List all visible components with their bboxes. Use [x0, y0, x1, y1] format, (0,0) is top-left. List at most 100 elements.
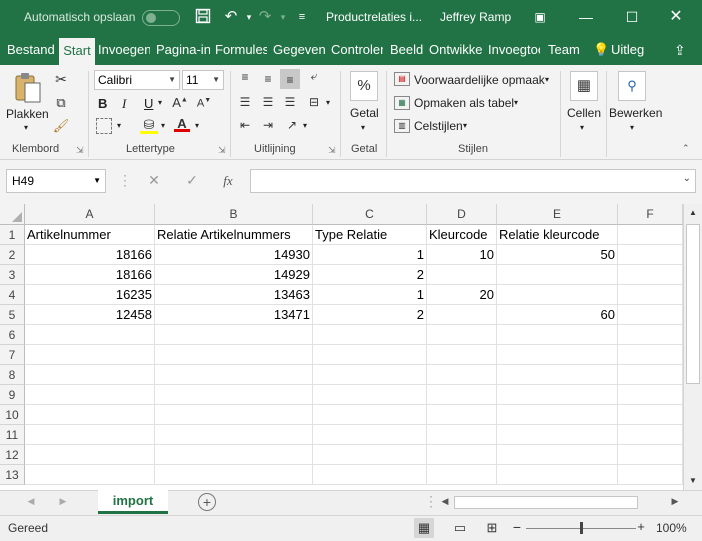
tab-formules[interactable]: Formules [215, 35, 267, 65]
sheet-tab-import[interactable]: import [98, 490, 168, 514]
table-cell[interactable] [497, 285, 618, 305]
row-header[interactable]: 5 [0, 305, 25, 325]
table-cell[interactable] [155, 325, 313, 345]
header-cell[interactable]: Relatie Artikelnummers [155, 225, 313, 245]
table-cell[interactable] [618, 425, 683, 445]
increase-font-icon[interactable]: A▲ [172, 95, 188, 110]
font-launcher-icon[interactable]: ⇲ [218, 145, 226, 156]
row-header[interactable]: 7 [0, 345, 25, 365]
column-header-a[interactable]: A [25, 204, 155, 225]
tab-pagina-indeling[interactable]: Pagina-in [156, 35, 210, 65]
table-cell[interactable] [25, 385, 155, 405]
column-header-c[interactable]: C [313, 204, 427, 225]
tab-bestand[interactable]: Bestand [7, 35, 57, 65]
share-icon[interactable]: ⇪ [674, 35, 694, 65]
tab-start[interactable]: Start [59, 38, 95, 65]
header-cell[interactable]: Type Relatie [313, 225, 427, 245]
table-cell[interactable] [497, 365, 618, 385]
redo-icon[interactable]: ↷ [256, 8, 274, 26]
table-cell[interactable] [618, 305, 683, 325]
row-header[interactable]: 13 [0, 465, 25, 485]
user-name[interactable]: Jeffrey Ramp [440, 10, 511, 24]
conditional-dropdown-icon[interactable]: ▾ [545, 75, 549, 84]
add-sheet-icon[interactable]: + [198, 493, 216, 511]
table-cell[interactable] [155, 425, 313, 445]
table-cell[interactable]: 18166 [25, 265, 155, 285]
row-header[interactable]: 2 [0, 245, 25, 265]
table-cell[interactable] [155, 405, 313, 425]
chevron-down-icon[interactable]: ▼ [93, 170, 101, 192]
scroll-right-icon[interactable]: ▶ [670, 496, 680, 507]
table-cell[interactable]: 50 [497, 245, 618, 265]
undo-icon[interactable]: ↶ [222, 8, 240, 26]
cells-button[interactable]: Cellen [567, 106, 601, 120]
table-cell[interactable] [155, 445, 313, 465]
table-cell[interactable] [155, 365, 313, 385]
row-header[interactable]: 11 [0, 425, 25, 445]
table-cell[interactable] [497, 425, 618, 445]
select-all-corner[interactable] [0, 204, 25, 225]
table-cell[interactable]: 14929 [155, 265, 313, 285]
scroll-thumb[interactable] [686, 224, 700, 384]
font-name-select[interactable]: Calibri ▼ [94, 70, 180, 90]
font-color-dropdown-icon[interactable]: ▾ [195, 121, 199, 130]
table-cell[interactable] [427, 265, 497, 285]
align-right-icon[interactable]: ☰ [282, 95, 298, 109]
paste-icon[interactable] [12, 71, 44, 105]
table-cell[interactable]: 20 [427, 285, 497, 305]
editing-dropdown-icon[interactable]: ▾ [630, 123, 634, 132]
close-icon[interactable]: ✕ [664, 6, 688, 28]
row-header[interactable]: 3 [0, 265, 25, 285]
wrap-text-icon[interactable]: ⤶ [306, 69, 322, 84]
table-cell[interactable] [427, 305, 497, 325]
border-icon[interactable] [96, 118, 112, 134]
table-cell[interactable] [313, 325, 427, 345]
tab-ontwikkelaars[interactable]: Ontwikke [429, 35, 483, 65]
row-header[interactable]: 4 [0, 285, 25, 305]
increase-indent-icon[interactable]: ⇥ [260, 118, 276, 132]
zoom-in-icon[interactable]: + [636, 519, 646, 534]
row-header[interactable]: 9 [0, 385, 25, 405]
lightbulb-icon[interactable]: 💡 [593, 35, 607, 65]
table-cell[interactable]: 2 [313, 305, 427, 325]
table-cell[interactable]: 60 [497, 305, 618, 325]
row-header[interactable]: 8 [0, 365, 25, 385]
redo-dropdown-icon[interactable]: ▾ [274, 8, 292, 26]
scroll-left-icon[interactable]: ◀ [440, 496, 450, 507]
table-cell[interactable] [25, 405, 155, 425]
alignment-launcher-icon[interactable]: ⇲ [328, 145, 336, 156]
table-cell[interactable] [497, 385, 618, 405]
table-cell[interactable] [427, 405, 497, 425]
align-center-icon[interactable]: ☰ [260, 95, 276, 109]
underline-dropdown-icon[interactable]: ▾ [158, 98, 162, 107]
column-header-f[interactable]: F [618, 204, 683, 225]
table-cell[interactable] [25, 325, 155, 345]
table-cell[interactable] [618, 285, 683, 305]
table-cell[interactable]: 1 [313, 285, 427, 305]
page-layout-icon[interactable]: ▭ [452, 520, 468, 536]
page-break-icon[interactable]: ⊞ [484, 520, 500, 536]
clipboard-launcher-icon[interactable]: ⇲ [76, 145, 84, 156]
cut-icon[interactable]: ✂ [52, 71, 70, 88]
table-cell[interactable] [618, 325, 683, 345]
table-cell[interactable] [497, 325, 618, 345]
tab-invoegtoepassingen[interactable]: Invoegtoe [488, 35, 540, 65]
table-cell[interactable] [497, 345, 618, 365]
format-as-table-button[interactable]: Opmaken als tabel [414, 96, 514, 110]
tab-invoegen[interactable]: Invoegen [98, 35, 150, 65]
editing-button[interactable]: Bewerken [609, 106, 662, 120]
vertical-scrollbar[interactable]: ▲ ▼ [683, 204, 702, 490]
horizontal-scroll-thumb[interactable] [454, 496, 638, 509]
prev-sheet-icon[interactable]: ◀ [26, 496, 36, 507]
table-cell[interactable] [497, 265, 618, 285]
row-header[interactable]: 1 [0, 225, 25, 245]
table-cell[interactable] [313, 345, 427, 365]
cancel-icon[interactable]: ✕ [146, 172, 162, 189]
cell-styles-button[interactable]: Celstijlen [414, 119, 463, 133]
table-cell[interactable]: 16235 [25, 285, 155, 305]
merge-center-icon[interactable]: ⊟ [306, 95, 322, 109]
align-middle-icon[interactable]: ≡ [260, 72, 276, 86]
italic-button[interactable]: I [122, 96, 126, 112]
table-cell[interactable]: 13471 [155, 305, 313, 325]
orientation-icon[interactable]: ↗ [284, 118, 300, 132]
